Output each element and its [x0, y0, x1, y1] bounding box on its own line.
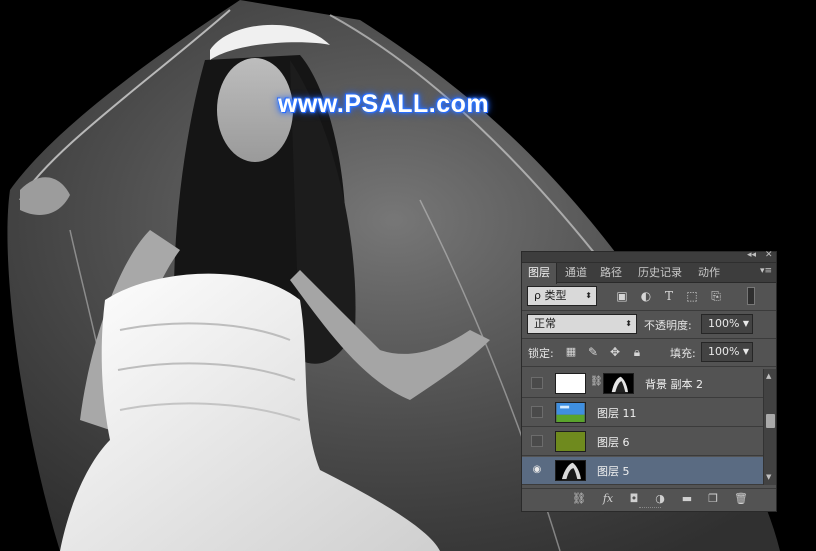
filter-kind-label: ρ 类型 [534, 289, 567, 302]
panel-menu-icon[interactable]: ▾≡ [760, 266, 772, 276]
blend-mode-dropdown[interactable]: 正常 ⬍ [527, 314, 637, 334]
mask-link-icon[interactable]: ⛓ [590, 376, 603, 387]
layer-row[interactable]: 图层 11 [522, 399, 763, 427]
layer-thumbnail [555, 402, 586, 423]
layer-name: 背景 副本 2 [645, 378, 703, 391]
fx-icon[interactable]: fx [601, 492, 615, 505]
image-filter-icon[interactable]: ▣ [615, 289, 629, 303]
adjustment-filter-icon[interactable]: ◐ [639, 289, 653, 303]
opacity-value: 100% [708, 317, 740, 330]
tab-history[interactable]: 历史记录 [632, 263, 688, 283]
filter-toggle-icon[interactable] [747, 287, 755, 305]
scroll-up-icon[interactable]: ▲ [766, 372, 771, 380]
panel-tabs: 图层 通道 路径 历史记录 动作 ▾≡ [522, 263, 776, 284]
tab-channels[interactable]: 通道 [559, 263, 593, 283]
opacity-field[interactable]: 100% ▼ [701, 314, 753, 334]
adjustment-layer-icon[interactable]: ◑ [653, 492, 667, 505]
opacity-label: 不透明度: [644, 319, 692, 332]
layer-thumbnail [555, 373, 586, 394]
lock-label: 锁定: [528, 347, 554, 360]
panel-resize-grip[interactable] [639, 507, 661, 510]
scroll-thumb[interactable] [766, 414, 775, 428]
eye-icon[interactable]: ◉ [531, 464, 543, 476]
new-layer-icon[interactable]: ❐ [706, 492, 720, 505]
layers-panel: ◂◂ ✕ 图层 通道 路径 历史记录 动作 ▾≡ ρ 类型 ⬍ ▣ ◐ T ⬚ … [521, 250, 777, 512]
smart-object-filter-icon[interactable]: ⎘ [709, 289, 723, 303]
panel-footer: ⛓ fx ◘ ◑ ▬ ❐ 🗑︎ [522, 488, 776, 508]
lock-paint-icon[interactable]: ✎ [586, 345, 600, 359]
layer-row[interactable]: ⛓ 背景 副本 2 [522, 370, 763, 398]
layers-scrollbar[interactable]: ▲ ▼ [763, 369, 776, 485]
tab-paths[interactable]: 路径 [594, 263, 628, 283]
shape-filter-icon[interactable]: ⬚ [685, 289, 699, 303]
layer-row[interactable]: 图层 6 [522, 428, 763, 456]
chevron-down-icon[interactable]: ▼ [743, 315, 749, 333]
add-mask-icon[interactable]: ◘ [627, 492, 641, 505]
link-layers-icon[interactable]: ⛓ [572, 492, 586, 505]
scroll-down-icon[interactable]: ▼ [766, 473, 771, 481]
layer-name: 图层 5 [597, 465, 630, 478]
chevron-updown-icon: ⬍ [625, 319, 632, 328]
fill-field[interactable]: 100% ▼ [701, 342, 753, 362]
fill-label: 填充: [670, 347, 696, 360]
layer-thumbnail [555, 431, 586, 452]
layer-name: 图层 11 [597, 407, 637, 420]
layer-row[interactable]: ◉ 图层 5 [522, 457, 763, 485]
layers-list: ⛓ 背景 副本 2 图层 11 图层 6 ◉ 图层 5 [522, 369, 763, 485]
fill-value: 100% [708, 345, 740, 358]
layer-mask-thumbnail[interactable] [603, 373, 634, 394]
blend-mode-value: 正常 [534, 317, 556, 330]
layer-name: 图层 6 [597, 436, 630, 449]
visibility-toggle[interactable] [531, 435, 543, 447]
tab-actions[interactable]: 动作 [692, 263, 726, 283]
delete-layer-icon[interactable]: 🗑︎ [734, 492, 748, 505]
chevron-down-icon[interactable]: ▼ [743, 343, 749, 361]
chevron-updown-icon: ⬍ [585, 291, 592, 300]
lock-move-icon[interactable]: ✥ [608, 345, 622, 359]
lock-transparent-icon[interactable]: ▦ [564, 345, 578, 359]
filter-kind-dropdown[interactable]: ρ 类型 ⬍ [527, 286, 597, 306]
new-group-icon[interactable]: ▬ [680, 492, 694, 505]
type-filter-icon[interactable]: T [662, 289, 676, 303]
layer-thumbnail [555, 460, 586, 481]
visibility-toggle[interactable] [531, 377, 543, 389]
tab-layers[interactable]: 图层 [522, 263, 557, 284]
panel-titlebar: ◂◂ ✕ [522, 250, 776, 263]
close-panel-icon[interactable]: ✕ [765, 250, 773, 260]
visibility-toggle[interactable] [531, 406, 543, 418]
watermark-text: www.PSALL.com [278, 90, 490, 118]
collapse-panel-icon[interactable]: ◂◂ [747, 250, 756, 260]
lock-all-icon[interactable]: 🔒︎ [630, 345, 644, 359]
